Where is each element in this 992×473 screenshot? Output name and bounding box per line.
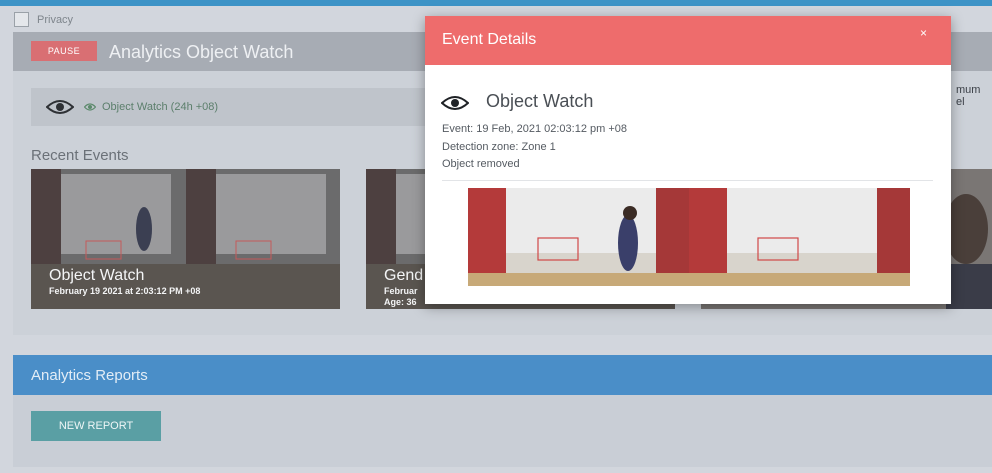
object-watch-label: Object Watch (24h +08) xyxy=(102,101,219,113)
eye-outline-icon xyxy=(84,103,96,111)
event-card-title: Object Watch xyxy=(49,267,145,284)
new-report-button[interactable]: NEW REPORT xyxy=(31,411,161,441)
analytics-reports-body: NEW REPORT xyxy=(13,395,992,467)
modal-divider xyxy=(442,180,933,181)
event-card[interactable]: Object Watch February 19 2021 at 2:03:12… xyxy=(31,169,340,309)
event-status: Object removed xyxy=(442,158,520,170)
detection-zone: Detection zone: Zone 1 xyxy=(442,141,556,153)
analytics-reports-header: Analytics Reports xyxy=(13,355,992,395)
truncated-text: mum el xyxy=(956,84,981,108)
privacy-label: Privacy xyxy=(37,13,74,26)
modal-header: Event Details × xyxy=(425,16,951,65)
event-timestamp: Event: 19 Feb, 2021 02:03:12 pm +08 xyxy=(442,123,627,135)
privacy-toggle[interactable]: Privacy xyxy=(14,12,73,27)
event-card-age: Age: 36 xyxy=(384,297,417,307)
eye-icon xyxy=(46,100,74,114)
eye-icon xyxy=(441,96,469,110)
event-card-subtitle: February 19 2021 at 2:03:12 PM +08 xyxy=(49,286,201,296)
analytics-reports-title: Analytics Reports xyxy=(31,367,148,384)
privacy-checkbox[interactable] xyxy=(14,12,29,27)
recent-events-title: Recent Events xyxy=(31,147,129,164)
section-title: Analytics Object Watch xyxy=(109,42,294,62)
event-card-title: Gend xyxy=(384,267,424,284)
event-details-modal: Event Details × Object Watch Event: 19 F… xyxy=(425,16,951,304)
close-icon[interactable]: × xyxy=(920,26,927,40)
modal-title: Event Details xyxy=(442,31,537,48)
event-snapshot-image xyxy=(468,188,910,286)
event-card-subtitle: Februar xyxy=(384,286,418,296)
pause-button[interactable]: PAUSE xyxy=(31,41,97,61)
event-title: Object Watch xyxy=(486,91,594,111)
